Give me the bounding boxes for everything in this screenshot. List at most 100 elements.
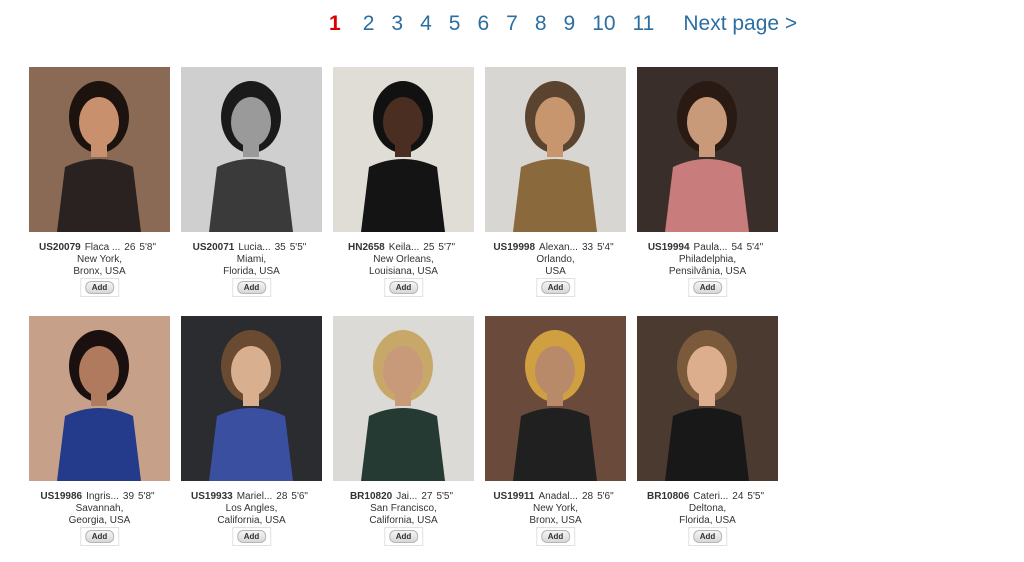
- page-link-4[interactable]: 4: [420, 12, 432, 36]
- profile-name[interactable]: Keila...: [389, 242, 420, 253]
- profile-name[interactable]: Cateri...: [693, 491, 728, 502]
- profile-info: HN2658 Keila... 25 5'7" New Orleans, Louisian…: [333, 242, 474, 278]
- next-page-link[interactable]: Next page >: [683, 12, 797, 36]
- profile-city: Deltona,: [688, 503, 727, 514]
- profile-city: Savannah,: [75, 503, 124, 514]
- profile-name[interactable]: Flaca ...: [85, 242, 121, 253]
- add-button[interactable]: Add: [84, 281, 115, 294]
- profile-photo[interactable]: [637, 67, 778, 232]
- profile-height: 5'8": [138, 491, 155, 502]
- page-link-11[interactable]: 11: [633, 12, 655, 36]
- profile-city: San Francisco,: [370, 503, 437, 514]
- profile-code[interactable]: BR10820: [350, 491, 392, 502]
- profile-info: US19994 Paula... 54 5'4" Philadelphia, Pensil…: [637, 242, 778, 278]
- page-link-10[interactable]: 10: [592, 12, 615, 36]
- profile-photo[interactable]: [29, 316, 170, 481]
- profile-photo[interactable]: [485, 67, 626, 232]
- profile-city: Los Angles,: [225, 503, 278, 514]
- add-button-frame: Add: [383, 278, 424, 297]
- add-button[interactable]: Add: [388, 530, 419, 543]
- add-button-frame: Add: [79, 527, 120, 546]
- profile-height: 5'5": [289, 242, 307, 253]
- profile-photo[interactable]: [181, 67, 322, 232]
- profile-age: 27: [421, 491, 433, 502]
- add-button[interactable]: Add: [388, 281, 419, 294]
- profile-code[interactable]: US19994: [648, 242, 690, 253]
- add-button[interactable]: Add: [236, 281, 267, 294]
- profile-info: US19998 Alexan... 33 5'4" Orlando, USA: [485, 242, 626, 278]
- profile-info: US19986 Ingris... 39 5'8" Savannah, Georgia, …: [29, 491, 170, 527]
- profile-card: US19994 Paula... 54 5'4" Philadelphia, Pensil…: [637, 67, 778, 301]
- profile-photo[interactable]: [29, 67, 170, 232]
- profile-name[interactable]: Jai...: [396, 491, 417, 502]
- profile-region: Louisiana, USA: [369, 266, 438, 277]
- profile-region: Florida, USA: [223, 266, 280, 277]
- add-button[interactable]: Add: [84, 530, 115, 543]
- profile-info: US19911 Anadal... 28 5'6" New York, Bronx, US…: [485, 491, 626, 527]
- profile-city: New York,: [76, 254, 123, 265]
- profile-height: 5'6": [597, 491, 614, 502]
- add-button[interactable]: Add: [692, 281, 723, 294]
- add-button-frame: Add: [383, 527, 424, 546]
- profile-height: 5'5": [436, 491, 454, 502]
- profile-city: New Orleans,: [373, 254, 434, 265]
- add-button[interactable]: Add: [236, 530, 267, 543]
- profile-photo[interactable]: [485, 316, 626, 481]
- page-link-7[interactable]: 7: [506, 12, 518, 36]
- profile-age: 35: [274, 242, 286, 253]
- profile-card: US19986 Ingris... 39 5'8" Savannah, Georgia, …: [29, 316, 170, 550]
- profile-code[interactable]: US20079: [39, 242, 81, 253]
- page-link-6[interactable]: 6: [477, 12, 489, 36]
- add-button[interactable]: Add: [540, 281, 571, 294]
- profile-age: 33: [581, 242, 594, 253]
- profile-photo[interactable]: [333, 316, 474, 481]
- profile-code[interactable]: HN2658: [348, 242, 385, 253]
- profile-name[interactable]: Alexan...: [539, 242, 578, 253]
- profile-height: 5'4": [746, 242, 764, 253]
- profile-height: 5'6": [291, 491, 308, 502]
- profile-name[interactable]: Paula...: [694, 242, 728, 253]
- profile-photo[interactable]: [333, 67, 474, 232]
- profile-name[interactable]: Ingris...: [86, 491, 119, 502]
- page-link-9[interactable]: 9: [564, 12, 576, 36]
- profile-age: 39: [122, 491, 135, 502]
- profile-name[interactable]: Mariel...: [237, 491, 273, 502]
- profile-code[interactable]: US19998: [493, 242, 535, 253]
- page-link-5[interactable]: 5: [449, 12, 461, 36]
- page-link-1[interactable]: 1: [329, 12, 341, 36]
- profile-code[interactable]: US19911: [493, 491, 534, 502]
- add-button-frame: Add: [687, 527, 728, 546]
- profile-card: HN2658 Keila... 25 5'7" New Orleans, Louisian…: [333, 67, 474, 301]
- add-button-frame: Add: [231, 278, 272, 297]
- profile-photo[interactable]: [181, 316, 322, 481]
- profile-region: USA: [545, 266, 566, 277]
- profile-city: New York,: [532, 503, 579, 514]
- profile-code[interactable]: US19986: [40, 491, 82, 502]
- page-link-2[interactable]: 2: [363, 12, 375, 36]
- add-button[interactable]: Add: [540, 530, 571, 543]
- profile-code[interactable]: BR10806: [647, 491, 689, 502]
- profile-age: 28: [276, 491, 288, 502]
- profile-code[interactable]: US19933: [191, 491, 233, 502]
- profile-height: 5'8": [139, 242, 156, 253]
- add-button-frame: Add: [535, 278, 576, 297]
- profile-photo[interactable]: [637, 316, 778, 481]
- add-button-frame: Add: [687, 278, 728, 297]
- profile-region: Georgia, USA: [68, 515, 131, 526]
- profile-region: Florida, USA: [679, 515, 736, 526]
- profile-code[interactable]: US20071: [193, 242, 235, 253]
- profile-age: 28: [581, 491, 594, 502]
- profile-info: US19933 Mariel... 28 5'6" Los Angles, Califor…: [181, 491, 322, 527]
- profile-name[interactable]: Anadal...: [538, 491, 577, 502]
- profile-age: 25: [423, 242, 435, 253]
- profile-info: BR10806 Cateri... 24 5'5" Deltona, Florida, U…: [637, 491, 778, 527]
- profile-name[interactable]: Lucia...: [238, 242, 270, 253]
- profile-height: 5'5": [747, 491, 764, 502]
- profile-height: 5'7": [438, 242, 455, 253]
- profile-card: BR10820 Jai... 27 5'5" San Francisco, Califor…: [333, 316, 474, 550]
- page-link-8[interactable]: 8: [535, 12, 547, 36]
- profile-region: California, USA: [217, 515, 286, 526]
- profile-city: Orlando,: [536, 254, 575, 265]
- page-link-3[interactable]: 3: [391, 12, 403, 36]
- add-button[interactable]: Add: [692, 530, 723, 543]
